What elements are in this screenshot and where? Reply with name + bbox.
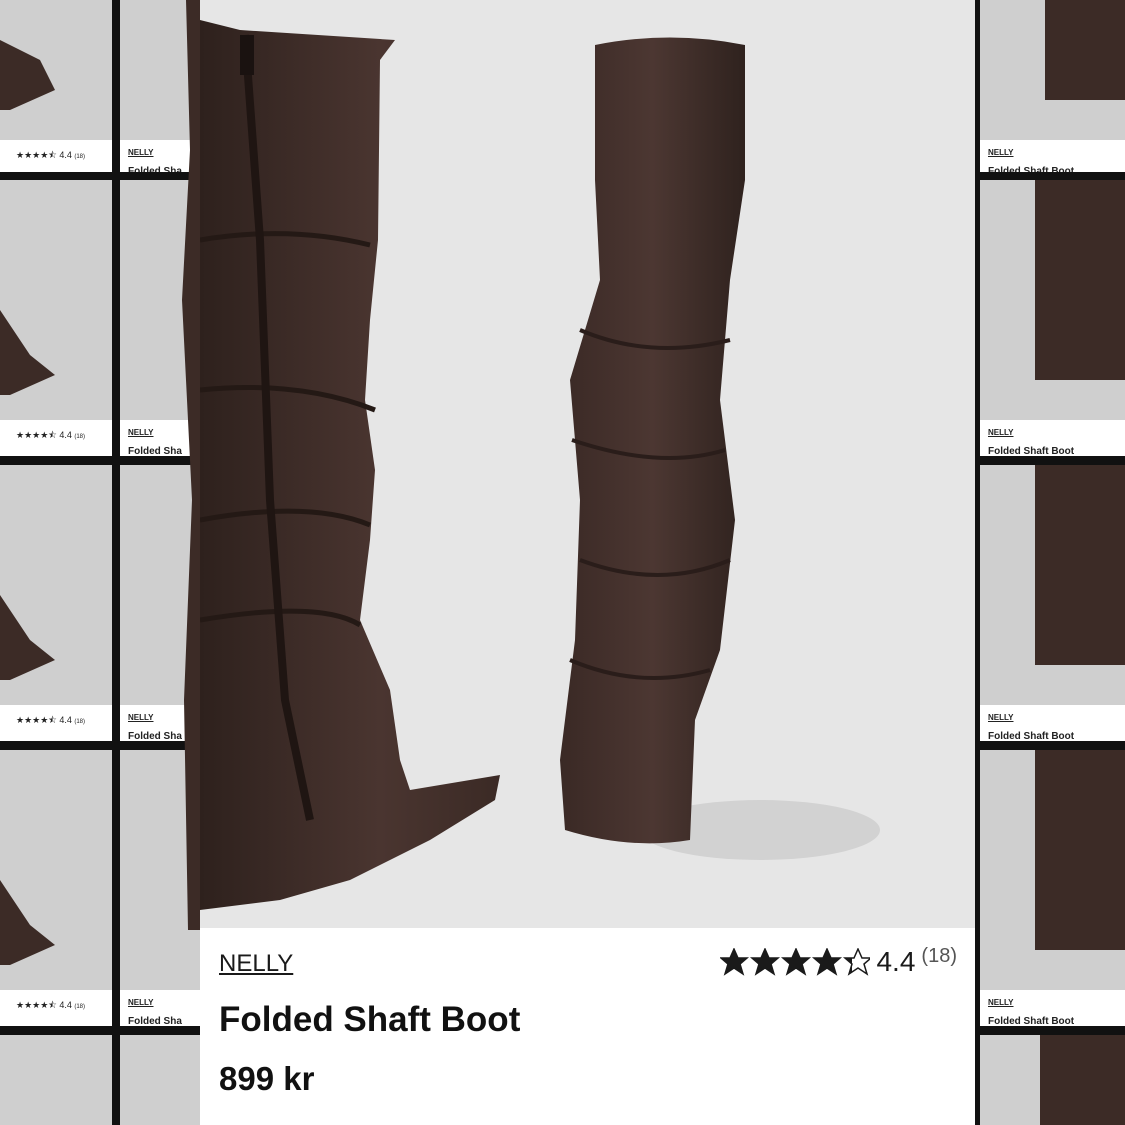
boot-shaft-image xyxy=(1045,0,1125,100)
mini-title: Folded Shaft Boot xyxy=(988,446,1075,456)
tile-photo xyxy=(0,750,112,990)
grid-tile-right-1[interactable]: NELLY Folded Shaft Boot xyxy=(980,0,1125,172)
mini-brand: NELLY xyxy=(988,713,1014,722)
boot-toe-image xyxy=(0,310,55,395)
boot-toe-image xyxy=(0,595,55,680)
tile-info: NELLY Folded Shaft Boot xyxy=(980,140,1125,172)
tile-photo xyxy=(0,1035,112,1125)
rating-value: 4.4 xyxy=(876,946,916,977)
mini-brand: NELLY xyxy=(988,148,1014,157)
grid-tile-col2-5[interactable] xyxy=(120,1035,200,1125)
tile-info: ★★★★⯪ 4.4 (18) xyxy=(0,705,112,741)
tile-photo xyxy=(980,180,1125,420)
mini-brand: NELLY xyxy=(128,148,154,157)
tile-photo xyxy=(120,1035,200,1125)
review-count: (18) xyxy=(921,944,957,967)
tile-info: NELLY Folded Shaft Boot xyxy=(980,990,1125,1026)
mini-title: Folded Sha xyxy=(128,731,182,741)
tile-info: NELLY Folded Sha xyxy=(120,990,200,1026)
mini-brand: NELLY xyxy=(128,428,154,437)
brand-link[interactable]: NELLY xyxy=(219,950,293,978)
tile-photo xyxy=(0,180,112,420)
grid-tile-right-5[interactable] xyxy=(980,1035,1125,1125)
boot-toe-image xyxy=(0,40,55,110)
boots-illustration xyxy=(200,20,880,910)
product-price: 899 kr xyxy=(219,1060,315,1097)
tile-photo xyxy=(980,465,1125,705)
rating-stars xyxy=(720,948,871,976)
product-title[interactable]: Folded Shaft Boot xyxy=(219,1000,520,1040)
boot-shaft-image xyxy=(1040,1035,1125,1125)
mini-rating: ★★★★⯪ 4.4 (18) xyxy=(16,715,86,725)
grid-tile-left-5[interactable] xyxy=(0,1035,112,1125)
tile-photo xyxy=(980,0,1125,140)
grid-tile-left-1[interactable]: ★★★★⯪ 4.4 (18) xyxy=(0,0,112,172)
mini-rating: ★★★★⯪ 4.4 (18) xyxy=(16,1000,86,1010)
tile-info: NELLY Folded Shaft Boot xyxy=(980,420,1125,456)
mini-brand: NELLY xyxy=(128,713,154,722)
mini-title: Folded Sha xyxy=(128,1016,182,1026)
star-icons xyxy=(720,948,871,976)
grid-tile-left-4[interactable]: ★★★★⯪ 4.4 (18) xyxy=(0,750,112,1026)
grid-tile-right-4[interactable]: NELLY Folded Shaft Boot xyxy=(980,750,1125,1026)
mini-brand: NELLY xyxy=(988,428,1014,437)
product-image[interactable] xyxy=(200,0,975,928)
tile-photo xyxy=(980,1035,1125,1125)
mini-rating: ★★★★⯪ 4.4 (18) xyxy=(16,430,86,440)
tile-info: ★★★★⯪ 4.4 (18) xyxy=(0,990,112,1026)
boot-shaft-image xyxy=(1035,750,1125,950)
boot-toe-image xyxy=(0,880,55,965)
product-info: NELLY 4.4 (18) Folded Shaft Boot 899 kr xyxy=(200,928,975,1125)
tile-photo xyxy=(0,0,112,140)
grid-tile-right-3[interactable]: NELLY Folded Shaft Boot xyxy=(980,465,1125,741)
product-rating[interactable]: 4.4 (18) xyxy=(720,944,957,978)
grid-tile-right-2[interactable]: NELLY Folded Shaft Boot xyxy=(980,180,1125,456)
mini-title: Folded Sha xyxy=(128,166,182,172)
mini-title: Folded Shaft Boot xyxy=(988,1016,1075,1026)
boot-shaft-image xyxy=(1035,465,1125,665)
tile-info: NELLY Folded Shaft Boot xyxy=(980,705,1125,741)
mini-title: Folded Shaft Boot xyxy=(988,731,1075,741)
mini-title: Folded Sha xyxy=(128,446,182,456)
mini-brand: NELLY xyxy=(128,998,154,1007)
grid-tile-left-2[interactable]: ★★★★⯪ 4.4 (18) xyxy=(0,180,112,456)
mini-rating: ★★★★⯪ 4.4 (18) xyxy=(16,150,86,160)
grid-tile-left-3[interactable]: ★★★★⯪ 4.4 (18) xyxy=(0,465,112,741)
boot-shaft-image xyxy=(1035,180,1125,380)
tile-info: ★★★★⯪ 4.4 (18) xyxy=(0,420,112,456)
tile-photo xyxy=(0,465,112,705)
tile-photo xyxy=(980,750,1125,990)
product-card[interactable]: NELLY 4.4 (18) Folded Shaft Boot 899 kr xyxy=(200,0,975,1125)
mini-brand: NELLY xyxy=(988,998,1014,1007)
tile-info: ★★★★⯪ 4.4 (18) xyxy=(0,140,112,172)
mini-title: Folded Shaft Boot xyxy=(988,166,1075,172)
